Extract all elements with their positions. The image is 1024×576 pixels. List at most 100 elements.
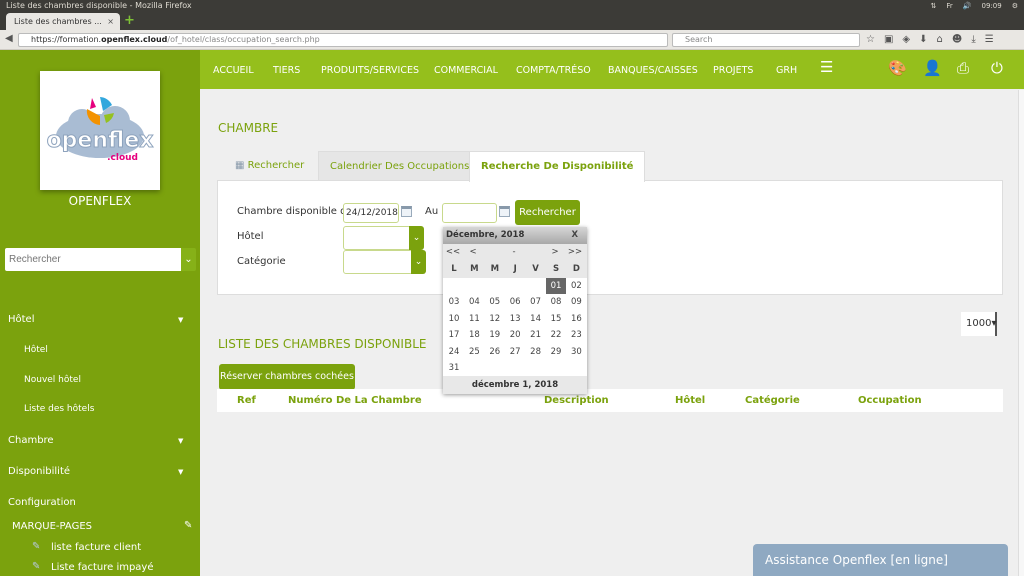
column-occupation[interactable]: Occupation: [858, 395, 922, 406]
calendar-day[interactable]: 22: [546, 327, 566, 343]
column-ref[interactable]: Ref: [237, 395, 256, 406]
power-icon[interactable]: ⏻: [991, 59, 1003, 77]
nav-tiers[interactable]: TIERS: [273, 65, 300, 76]
calendar-day[interactable]: 16: [566, 311, 586, 327]
calendar-day[interactable]: 30: [566, 344, 586, 360]
bookmark-invoice-client[interactable]: liste facture client: [51, 542, 141, 553]
close-calendar-button[interactable]: X: [571, 227, 578, 244]
chevron-down-icon[interactable]: ⌄: [181, 248, 196, 271]
user-icon[interactable]: 👤: [923, 59, 942, 77]
reserve-rooms-button[interactable]: Réserver chambres cochées: [219, 364, 355, 390]
from-date-input[interactable]: 24/12/2018: [343, 203, 399, 223]
column-description[interactable]: Description: [544, 395, 609, 406]
calendar-day[interactable]: 17: [444, 327, 464, 343]
calendar-day[interactable]: 19: [485, 327, 505, 343]
network-icon[interactable]: ⇅: [931, 0, 937, 12]
keyboard-layout[interactable]: Fr: [946, 0, 952, 12]
clipboard-icon[interactable]: ▣: [884, 33, 893, 47]
sidebar-item-configuration[interactable]: Configuration: [8, 497, 76, 508]
back-icon[interactable]: ◀: [5, 33, 13, 44]
calendar-day[interactable]: 26: [485, 344, 505, 360]
calendar-icon[interactable]: [499, 206, 510, 217]
nav-projets[interactable]: PROJETS: [713, 65, 753, 76]
calendar-day[interactable]: 10: [444, 311, 464, 327]
nav-grh[interactable]: GRH: [776, 65, 797, 76]
chat-icon[interactable]: ☻: [952, 33, 962, 47]
print-icon[interactable]: ⎙: [957, 59, 969, 77]
column-hotel[interactable]: Hôtel: [675, 395, 705, 406]
hamburger-menu-icon[interactable]: ☰: [820, 58, 833, 76]
calendar-day[interactable]: 31: [444, 360, 464, 376]
search-button[interactable]: Rechercher: [515, 200, 580, 225]
calendar-day[interactable]: 06: [505, 294, 525, 310]
calendar-day[interactable]: 20: [505, 327, 525, 343]
volume-icon[interactable]: 🔊: [963, 0, 972, 12]
scrollbar[interactable]: [1018, 90, 1024, 576]
clock[interactable]: 09:09: [982, 0, 1002, 12]
next-month-button[interactable]: >: [545, 244, 565, 260]
home-icon[interactable]: ⌂: [937, 33, 943, 47]
calendar-day[interactable]: 14: [526, 311, 546, 327]
prev-year-button[interactable]: <<: [443, 244, 463, 260]
tab-calendrier[interactable]: Calendrier Des Occupations: [318, 151, 482, 181]
new-tab-icon[interactable]: +: [124, 13, 135, 29]
calendar-day[interactable]: 02: [566, 278, 586, 294]
chevron-down-icon[interactable]: ⌄: [411, 250, 426, 274]
pocket-icon[interactable]: ◈: [902, 33, 910, 47]
browser-search-input[interactable]: Search: [672, 33, 860, 47]
sidebar-subitem-hotel-list[interactable]: Liste des hôtels: [24, 404, 94, 414]
caret-down-icon[interactable]: ▼: [178, 468, 183, 476]
calendar-day[interactable]: 28: [526, 344, 546, 360]
nav-commercial[interactable]: COMMERCIAL: [434, 65, 498, 76]
openflex-logo[interactable]: openflex .cloud: [40, 71, 160, 190]
to-date-input[interactable]: [442, 203, 497, 223]
support-chat-button[interactable]: Assistance Openflex [en ligne]: [753, 544, 1008, 576]
bookmark-icon[interactable]: ✎: [184, 520, 192, 531]
download-icon[interactable]: ⬇: [919, 33, 927, 47]
bookmark-invoice-unpaid[interactable]: Liste facture impayé: [51, 562, 154, 573]
calendar-day[interactable]: 12: [485, 311, 505, 327]
palette-icon[interactable]: 🎨: [888, 59, 907, 77]
save-icon[interactable]: ⤓: [971, 33, 975, 47]
caret-down-icon[interactable]: ▼: [178, 316, 183, 324]
calendar-day[interactable]: 04: [464, 294, 484, 310]
calendar-day[interactable]: 01: [546, 278, 566, 294]
prev-month-button[interactable]: <: [463, 244, 483, 260]
calendar-day[interactable]: 05: [485, 294, 505, 310]
close-tab-icon[interactable]: ×: [107, 13, 114, 30]
hotel-select[interactable]: [343, 226, 411, 250]
category-select[interactable]: [343, 250, 413, 274]
page-size-select[interactable]: 1000▾: [961, 312, 997, 336]
sidebar-item-disponibilite[interactable]: Disponibilité: [8, 466, 70, 477]
bookmark-star-icon[interactable]: ☆: [866, 33, 875, 47]
url-bar[interactable]: https://formation.openflex.cloud/of_hote…: [18, 33, 668, 47]
sidebar-subitem-hotel[interactable]: Hôtel: [24, 345, 48, 355]
calendar-day[interactable]: 13: [505, 311, 525, 327]
column-room-number[interactable]: Numéro De La Chambre: [288, 395, 422, 406]
calendar-day[interactable]: 21: [526, 327, 546, 343]
today-button[interactable]: -: [504, 244, 524, 260]
nav-accueil[interactable]: ACCUEIL: [213, 65, 254, 76]
calendar-day[interactable]: 18: [464, 327, 484, 343]
settings-icon[interactable]: ⚙: [1012, 0, 1018, 12]
nav-compta[interactable]: COMPTA/TRÉSO: [516, 65, 591, 76]
calendar-icon[interactable]: [401, 206, 412, 217]
chevron-down-icon[interactable]: ⌄: [409, 226, 424, 250]
calendar-day[interactable]: 23: [566, 327, 586, 343]
sidebar-item-chambre[interactable]: Chambre: [8, 435, 54, 446]
next-year-button[interactable]: >>: [565, 244, 585, 260]
caret-down-icon[interactable]: ▼: [178, 437, 183, 445]
calendar-day[interactable]: 03: [444, 294, 464, 310]
menu-icon[interactable]: ☰: [985, 33, 994, 47]
browser-tab[interactable]: Liste des chambres ... ×: [6, 13, 120, 30]
calendar-day[interactable]: 24: [444, 344, 464, 360]
column-category[interactable]: Catégorie: [745, 395, 800, 406]
calendar-day[interactable]: 29: [546, 344, 566, 360]
calendar-day[interactable]: 07: [526, 294, 546, 310]
calendar-day[interactable]: 11: [464, 311, 484, 327]
calendar-day[interactable]: 15: [546, 311, 566, 327]
sidebar-subitem-new-hotel[interactable]: Nouvel hôtel: [24, 375, 81, 385]
tab-rechercher[interactable]: ▦ Rechercher: [224, 151, 315, 181]
sidebar-item-hotel[interactable]: Hôtel: [8, 314, 35, 325]
nav-produits[interactable]: PRODUITS/SERVICES: [321, 65, 419, 76]
